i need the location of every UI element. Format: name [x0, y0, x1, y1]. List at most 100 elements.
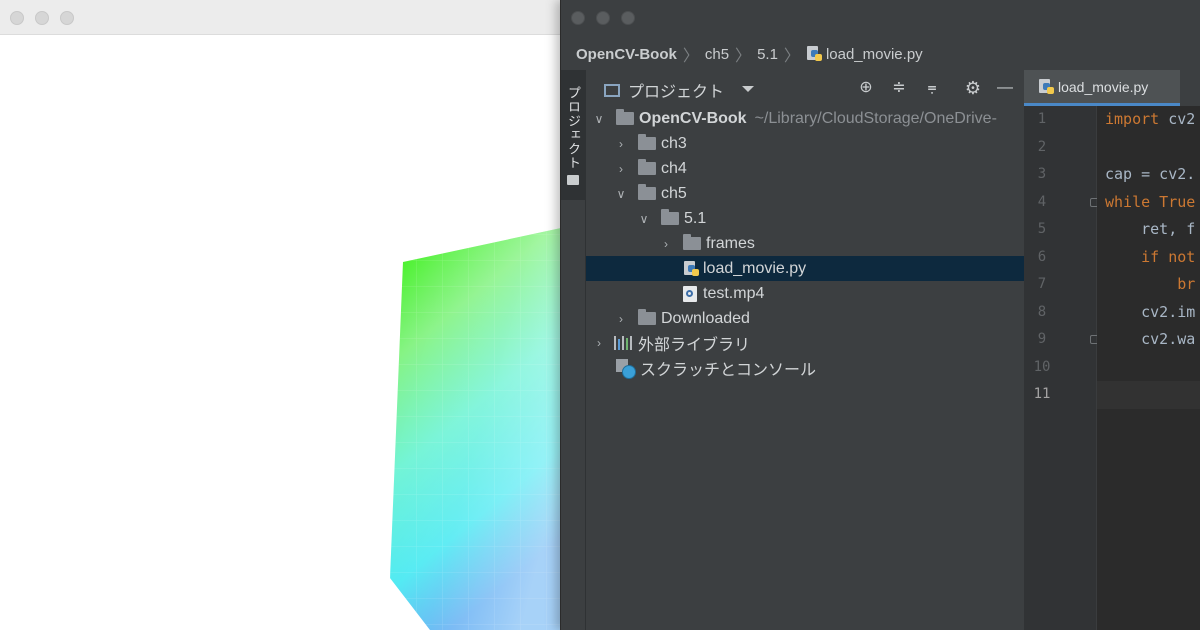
folder-icon [638, 309, 656, 325]
code-editor[interactable]: import cv2 cap = cv2. while True ret, f … [1097, 106, 1200, 630]
chevron-right-icon[interactable]: › [659, 237, 673, 251]
library-icon [614, 335, 632, 350]
code-line-8: cv2.im [1105, 303, 1196, 321]
line-number: 5 [1037, 221, 1047, 237]
code-text: True [1150, 193, 1196, 211]
folder-icon [638, 184, 656, 200]
current-line-highlight [1097, 381, 1200, 409]
code-line-9: cv2.wa [1105, 330, 1196, 348]
project-view-selector[interactable]: プロジェクト [604, 78, 724, 102]
code-line-6: if not [1105, 248, 1195, 266]
tree-item-label: 外部ライブラリ [638, 336, 751, 354]
line-number: 7 [1037, 276, 1047, 292]
tree-item-label: ch3 [661, 134, 687, 152]
video-file-icon [683, 285, 697, 302]
chevron-right-icon[interactable]: › [614, 312, 628, 326]
code-line-4: while True [1105, 193, 1195, 211]
breadcrumb-project[interactable]: OpenCV-Book [576, 46, 677, 63]
project-window-icon [604, 83, 620, 97]
line-number-gutter: 1 2 3 4 5 6 7 8 9 10 11 [1024, 106, 1099, 630]
chevron-down-icon[interactable]: ∨ [637, 212, 651, 226]
chevron-right-icon[interactable]: › [614, 162, 628, 176]
line-number: 11 [1033, 386, 1051, 402]
zoom-window-button[interactable] [621, 11, 635, 25]
project-panel-header: プロジェクト ⊕ ≑ ⩦ ⚙ — [586, 70, 1024, 107]
tab-load-movie[interactable]: load_movie.py [1024, 70, 1180, 106]
tree-item-label: ch5 [661, 184, 687, 202]
folder-icon [567, 175, 579, 185]
tree-item-label: スクラッチとコンソール [640, 361, 817, 379]
chevron-down-icon[interactable]: ∨ [592, 112, 606, 126]
tab-label: load_movie.py [1058, 78, 1149, 95]
project-tree: ∨ OpenCV-Book ~/Library/CloudStorage/One… [586, 106, 1121, 630]
code-keyword: import [1105, 110, 1160, 128]
tree-item-label: ch4 [661, 159, 687, 177]
tree-item-5-1[interactable]: ∨ 5.1 [586, 206, 1075, 231]
scratch-clock-icon [616, 358, 636, 379]
code-text: not [1159, 248, 1196, 266]
folder-icon [616, 109, 634, 125]
python-file-icon [1038, 78, 1054, 95]
line-number: 3 [1037, 166, 1047, 182]
folder-icon [683, 234, 701, 250]
chevron-right-icon[interactable]: › [592, 336, 606, 350]
editor-tab-bar: load_movie.py [1024, 70, 1200, 107]
tree-item-label: frames [706, 234, 755, 252]
breadcrumb-folder[interactable]: ch5 [705, 46, 729, 63]
code-line-5: ret, f [1105, 220, 1196, 238]
tree-item-downloaded[interactable]: › Downloaded [586, 306, 1052, 331]
tree-item-frames[interactable]: › frames [586, 231, 1097, 256]
line-number: 10 [1033, 359, 1051, 375]
tree-item-ch3[interactable]: › ch3 [586, 131, 1052, 156]
code-line-1: import cv2 [1105, 110, 1195, 128]
line-number: 8 [1037, 304, 1047, 320]
chevron-right-icon: 〉 [682, 48, 699, 65]
tree-item-ch4[interactable]: › ch4 [586, 156, 1052, 181]
tree-item-ch5[interactable]: ∨ ch5 [586, 181, 1052, 206]
tree-item-label: test.mp4 [703, 284, 765, 302]
folder-icon [638, 159, 656, 175]
code-keyword: br [1105, 275, 1196, 293]
breadcrumb: OpenCV-Book 〉 ch5 〉 5.1 〉 load_movie.py [576, 40, 923, 68]
locate-icon[interactable]: ⊕ [857, 79, 875, 97]
close-window-button[interactable] [571, 11, 585, 25]
project-tool-tab-label: プロジェクト [566, 86, 581, 170]
folder-icon [638, 134, 656, 150]
tree-item-external-libraries[interactable]: › 外部ライブラリ [586, 330, 1030, 355]
ide-titlebar [561, 0, 1200, 36]
path-hint: ~/Library/CloudStorage/OneDrive- [754, 109, 997, 127]
minimize-icon[interactable]: — [996, 79, 1014, 97]
line-number: 1 [1037, 111, 1047, 127]
project-panel-title: プロジェクト [628, 84, 725, 101]
chevron-down-icon[interactable]: ∨ [614, 187, 628, 201]
chevron-right-icon: 〉 [735, 48, 752, 65]
line-number: 2 [1037, 139, 1047, 155]
tree-item-label: Downloaded [661, 309, 750, 327]
tree-item-label: 5.1 [684, 209, 707, 227]
breadcrumb-file[interactable]: load_movie.py [826, 46, 923, 63]
code-line-7: br [1105, 275, 1195, 293]
gear-icon[interactable]: ⚙ [964, 79, 982, 97]
collapse-all-icon[interactable]: ⩦ [923, 79, 941, 97]
chevron-down-icon[interactable] [742, 86, 754, 92]
code-keyword: if [1105, 248, 1160, 266]
tree-item-label: load_movie.py [703, 259, 807, 277]
line-number: 4 [1037, 194, 1047, 210]
folder-icon [661, 209, 679, 225]
tree-item-label: OpenCV-Book [639, 109, 747, 127]
line-number: 6 [1037, 249, 1047, 265]
code-line-3: cap = cv2. [1105, 165, 1196, 183]
python-file-icon [683, 260, 699, 277]
code-text: cv2 [1159, 110, 1196, 128]
minimize-window-button[interactable] [596, 11, 610, 25]
breadcrumb-subfolder[interactable]: 5.1 [757, 46, 778, 63]
python-file-icon [806, 46, 822, 62]
line-number: 9 [1037, 331, 1047, 347]
tree-item-scratches[interactable]: スクラッチとコンソール [586, 355, 1054, 380]
tree-item-root[interactable]: ∨ OpenCV-Book ~/Library/CloudStorage/One… [586, 106, 1030, 131]
code-keyword: while [1105, 193, 1151, 211]
ide-window: OpenCV-Book 〉 ch5 〉 5.1 〉 load_movie.py … [560, 0, 1200, 630]
expand-all-icon[interactable]: ≑ [890, 79, 908, 97]
chevron-right-icon[interactable]: › [614, 137, 628, 151]
chevron-right-icon: 〉 [783, 48, 800, 65]
